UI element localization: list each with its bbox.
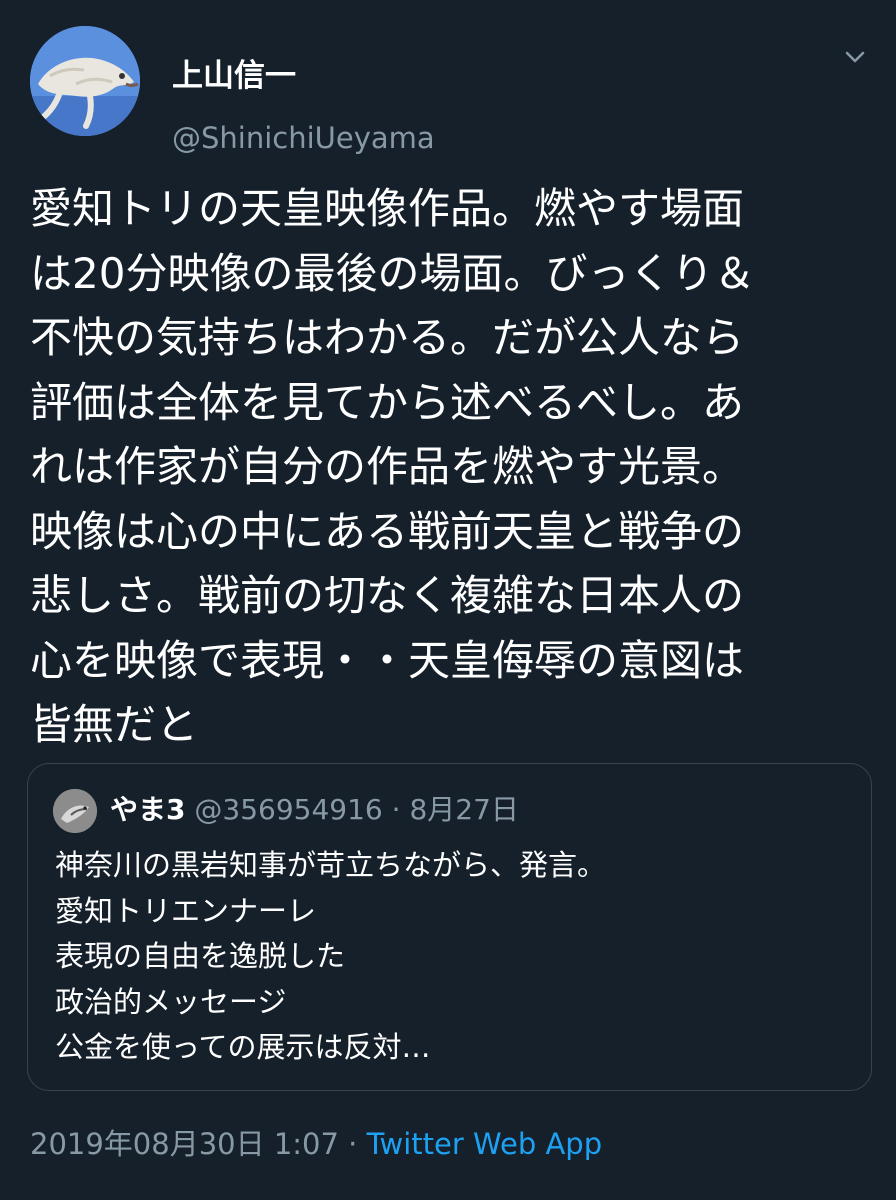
author-handle[interactable]: @ShinichiUeyama (172, 120, 435, 156)
tweet-text-line: 悲しさ。戦前の切なく複雑な日本人の (30, 571, 745, 620)
tweet-header: 上山信一 @ShinichiUeyama (30, 26, 870, 155)
quote-text-line: 表現の自由を逸脱した (55, 939, 346, 973)
tweet-footer: 2019年08月30日 1:07 · Twitter Web App (30, 1122, 602, 1166)
bird-avatar-image (53, 789, 97, 833)
tweet-text: 愛知トリの天皇映像作品。燃やす場面 は20分映像の最後の場面。びっくり＆ 不快の… (30, 177, 876, 758)
quote-author-handle[interactable]: @356954916 (194, 793, 382, 826)
tweet: 上山信一 @ShinichiUeyama 愛知トリの天皇映像作品。燃やす場面 は… (0, 0, 896, 1200)
author-display-name[interactable]: 上山信一 (172, 56, 296, 96)
quote-author-avatar (53, 789, 97, 833)
quote-text-line: 神奈川の黒岩知事が苛立ちながら、発言。 (55, 848, 607, 882)
tweet-text-line: は20分映像の最後の場面。びっくり＆ (30, 248, 756, 298)
dog-avatar-image (30, 26, 140, 136)
tweet-text-line: 映像は心の中にある戦前天皇と戦争の (30, 506, 745, 556)
tweet-text-line: 愛知トリの天皇映像作品。燃やす場面 (30, 184, 745, 233)
quote-text-line: 政治的メッセージ (55, 984, 287, 1019)
quote-text: 神奈川の黒岩知事が苛立ちながら、発言。 愛知トリエンナーレ 表現の自由を逸脱した… (55, 843, 845, 1071)
footer-separator: · (348, 1127, 358, 1161)
quote-text-line: 愛知トリエンナーレ (55, 893, 317, 928)
quote-date[interactable]: 8月27日 (409, 793, 518, 826)
tweet-text-line: れは作家が自分の作品を燃やす光景。 (30, 442, 745, 491)
source-app-link[interactable]: Twitter Web App (367, 1127, 603, 1161)
quote-meta: やま3 @356954916 · 8月27日 (110, 790, 519, 830)
tweet-text-line: 皆無だと (30, 700, 199, 749)
author-avatar[interactable] (30, 26, 140, 136)
tweet-text-line: 心を映像で表現・・天皇侮辱の意図は (30, 635, 745, 685)
tweet-text-line: 不快の気持ちはわかる。だが公人なら (30, 313, 745, 362)
tweet-text-line: 評価は全体を見てから述べるべし。あ (30, 377, 745, 427)
quote-author-name[interactable]: やま3 (110, 793, 185, 826)
quote-text-line: 公金を使っての展示は反対… (55, 1030, 431, 1064)
tweet-timestamp[interactable]: 2019年08月30日 1:07 (30, 1127, 339, 1161)
quote-separator: · (391, 793, 401, 826)
quoted-tweet-card[interactable]: やま3 @356954916 · 8月27日 神奈川の黒岩知事が苛立ちながら、発… (27, 763, 872, 1091)
chevron-down-icon[interactable] (840, 42, 870, 72)
